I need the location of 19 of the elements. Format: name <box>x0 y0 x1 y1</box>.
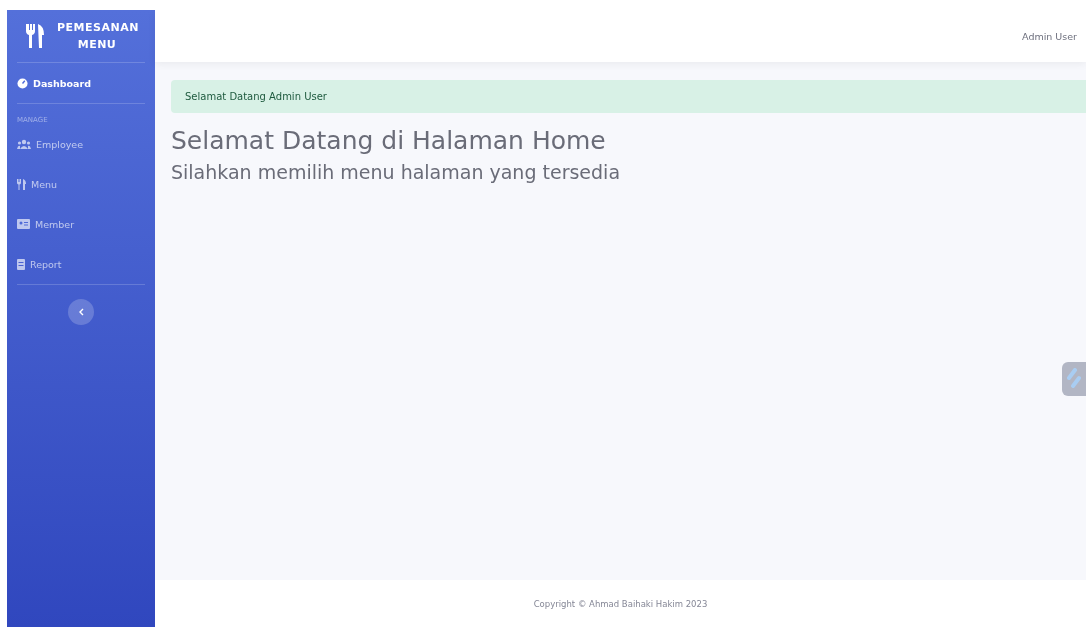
brand-title: PEMESANAN MENU <box>57 20 137 53</box>
page-heading: Selamat Datang di Halaman Home <box>171 126 607 155</box>
nav-item[interactable]: Member <box>7 204 155 244</box>
welcome-alert: Selamat Datang Admin User <box>171 80 1086 113</box>
nav-item[interactable]: Report <box>7 244 155 284</box>
sidebar-toggle-button[interactable] <box>68 299 94 325</box>
users-icon <box>17 139 31 149</box>
fork-knife-icon <box>25 23 45 49</box>
document-icon <box>17 258 25 270</box>
nav-item[interactable]: Menu <box>7 164 155 204</box>
gauge-icon <box>17 77 28 89</box>
id-card-icon <box>17 219 30 229</box>
user-name[interactable]: Admin User <box>1022 30 1077 42</box>
footer-text: Copyright © Ahmad Baihaki Hakim 2023 <box>155 580 1086 627</box>
nav-item[interactable]: Dashboard <box>7 63 155 103</box>
fork-knife-icon <box>17 178 26 190</box>
chevron-left-icon <box>78 308 84 316</box>
nav-item[interactable]: Employee <box>7 124 155 164</box>
page-subheading: Silahkan memilih menu halaman yang tersedia <box>171 161 622 183</box>
